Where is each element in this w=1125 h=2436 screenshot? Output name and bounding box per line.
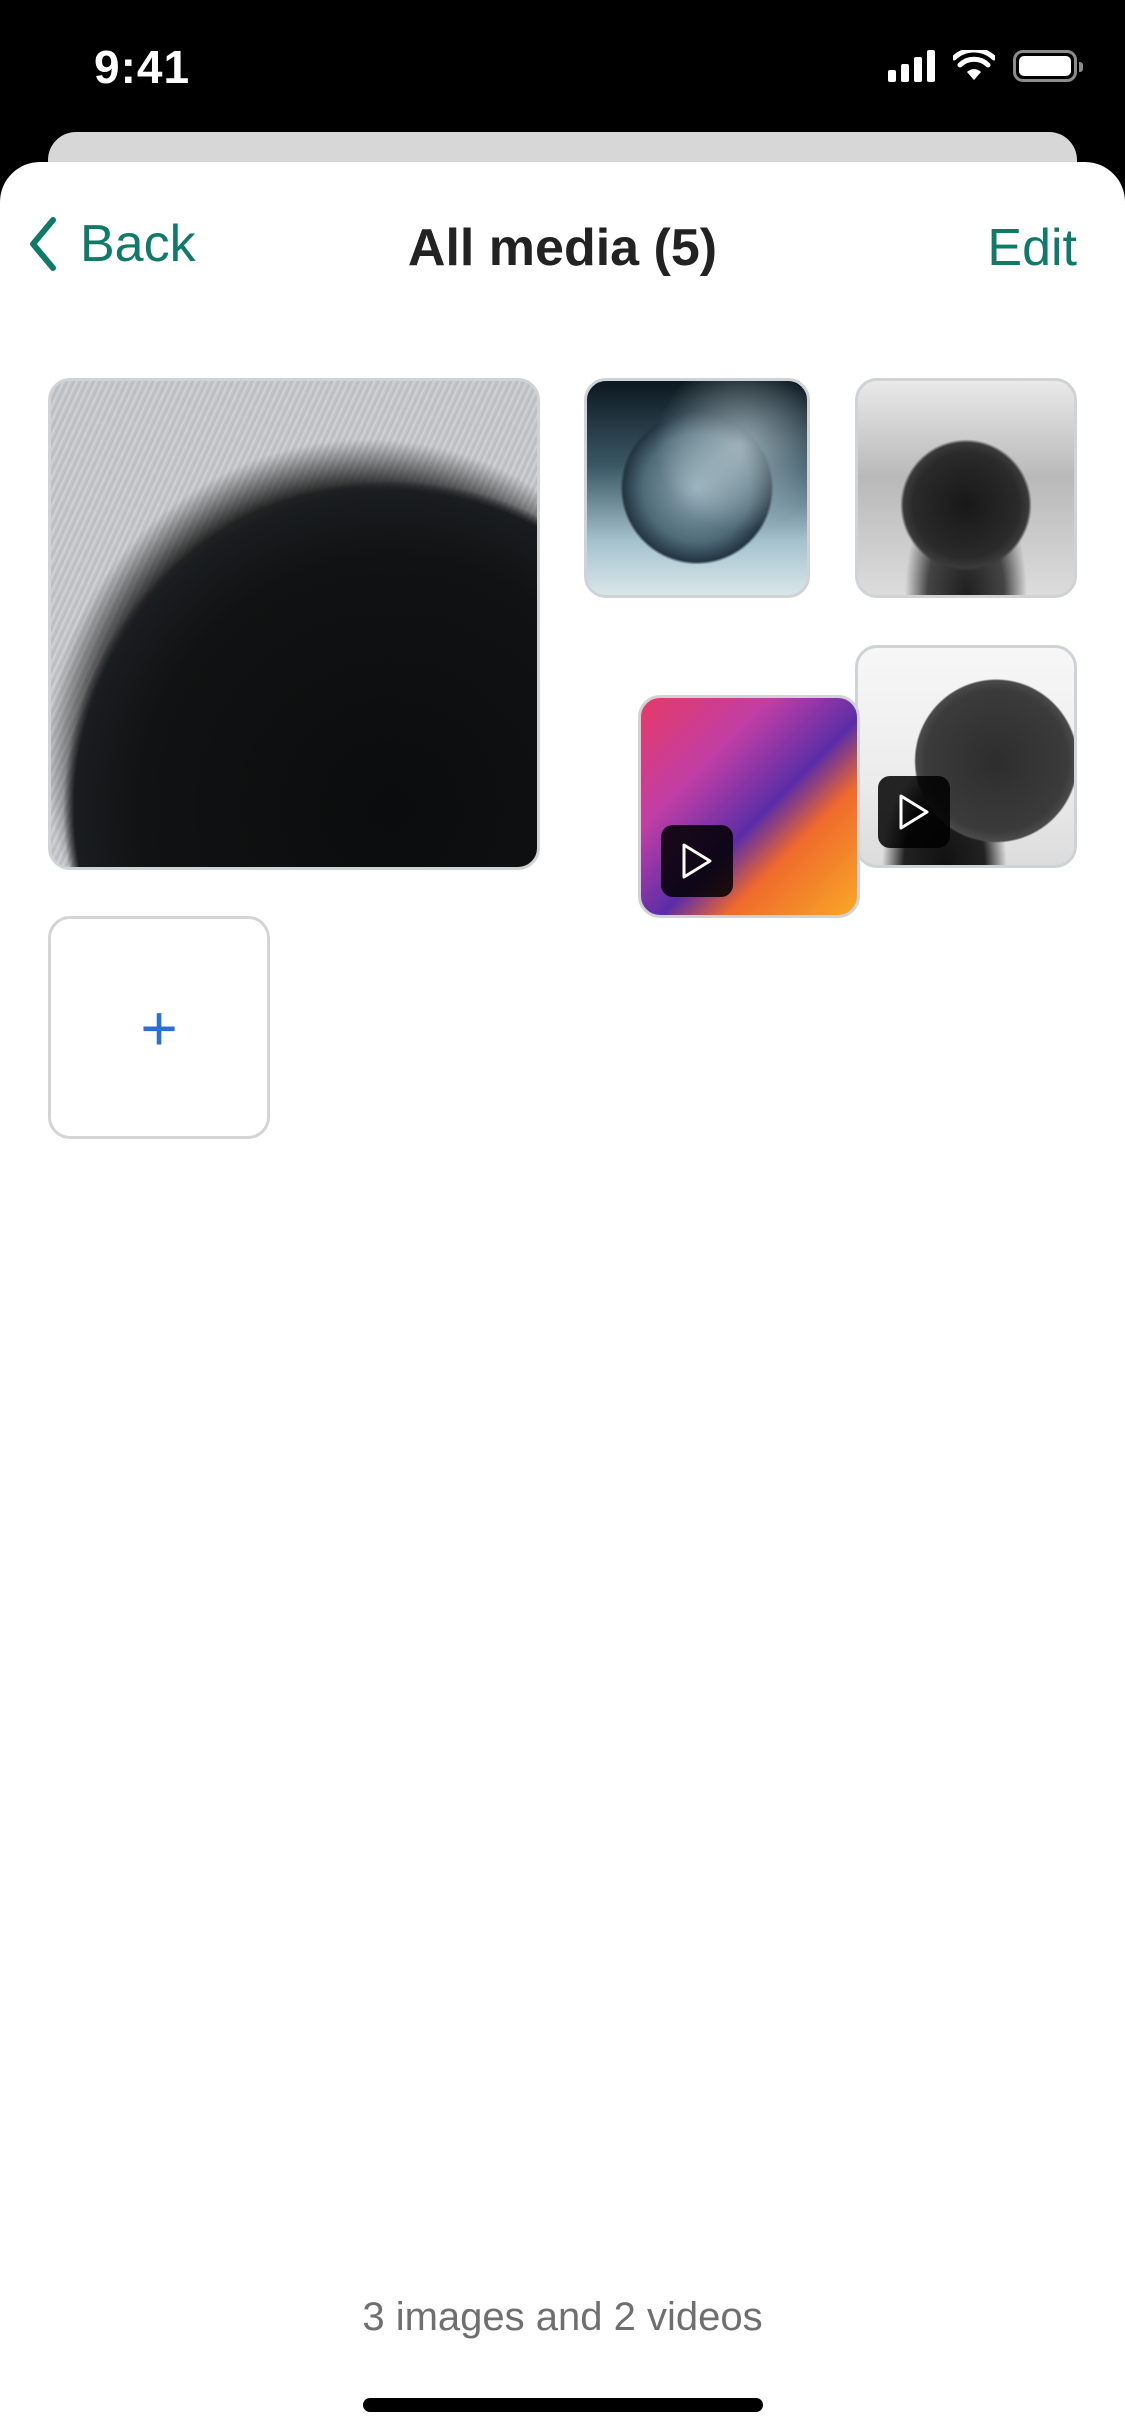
media-thumbnail-image-1[interactable] [48, 378, 540, 870]
status-icons [888, 50, 1083, 82]
play-icon [661, 825, 733, 897]
wifi-icon [953, 50, 995, 80]
play-icon [878, 776, 950, 848]
page-title: All media (5) [407, 219, 718, 277]
battery-icon [1013, 50, 1083, 82]
media-thumbnail-video-1[interactable] [638, 695, 860, 918]
media-thumbnail-image-3[interactable] [855, 378, 1077, 598]
media-thumbnail-video-2[interactable] [855, 645, 1077, 868]
edit-button[interactable]: Edit [987, 218, 1077, 278]
add-media-button[interactable]: + [48, 916, 270, 1139]
media-thumbnail-image-2[interactable] [584, 378, 810, 598]
plus-icon: + [140, 991, 178, 1064]
home-indicator [363, 2398, 763, 2412]
status-bar: 9:41 [0, 0, 1125, 140]
status-time: 9:41 [94, 41, 191, 93]
navigation-bar: Back All media (5) Edit [0, 162, 1125, 332]
cellular-signal-icon [888, 50, 935, 82]
media-summary: 3 images and 2 videos [362, 2295, 763, 2339]
